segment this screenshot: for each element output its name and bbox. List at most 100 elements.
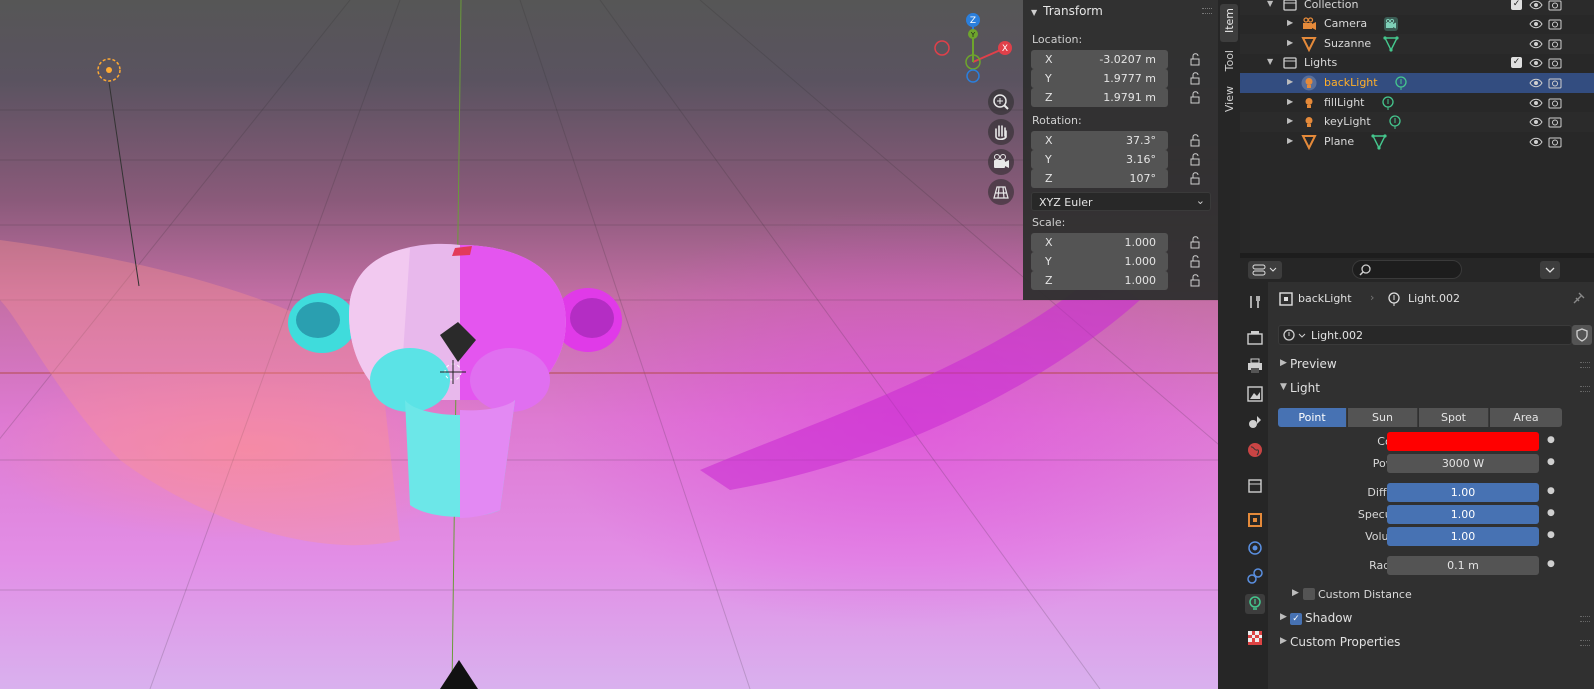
eye-icon[interactable] [1529, 0, 1543, 12]
render-camera-icon[interactable] [1548, 76, 1562, 90]
transform-header[interactable]: ▼ Transform [1023, 0, 1218, 22]
eye-icon[interactable] [1529, 135, 1543, 149]
camera-data-icon[interactable] [1383, 16, 1399, 32]
render-camera-icon[interactable] [1548, 135, 1562, 149]
eye-icon[interactable] [1529, 76, 1543, 90]
rotation-x-field[interactable]: X 37.3° [1031, 131, 1168, 150]
drag-grip-icon[interactable] [1580, 386, 1590, 392]
lock-icon[interactable] [1188, 90, 1202, 104]
light-datablock-icon[interactable] [1281, 326, 1309, 344]
drag-grip-icon[interactable] [1202, 8, 1212, 14]
keyframe-dot-icon[interactable]: ● [1547, 457, 1555, 467]
outliner-row-camera[interactable]: ▶ Camera [1240, 14, 1594, 34]
rotation-z-field[interactable]: Z 107° [1031, 169, 1168, 188]
keyframe-dot-icon[interactable]: ● [1547, 508, 1555, 518]
location-x-field[interactable]: X -3.0207 m [1031, 50, 1168, 69]
exclude-checkbox[interactable]: ✓ [1511, 0, 1522, 10]
expand-triangle-icon[interactable]: ▼ [1267, 57, 1273, 66]
preview-panel-header[interactable]: ▶ Preview [1268, 354, 1594, 376]
tab-tool[interactable]: Tool [1220, 46, 1238, 78]
properties-search-input[interactable] [1352, 260, 1462, 279]
diffuse-slider[interactable]: 1.00 [1387, 483, 1539, 502]
power-field[interactable]: 3000 W [1387, 454, 1539, 473]
expand-triangle-icon[interactable]: ▶ [1287, 38, 1293, 47]
lock-icon[interactable] [1188, 152, 1202, 166]
outliner-row-plane[interactable]: ▶ Plane [1240, 132, 1594, 152]
tab-object[interactable] [1245, 510, 1265, 530]
tab-view[interactable]: View [1220, 82, 1238, 120]
editor-type-button[interactable] [1248, 261, 1282, 279]
pin-icon[interactable] [1570, 291, 1586, 307]
fake-user-button[interactable] [1572, 325, 1592, 345]
lock-icon[interactable] [1188, 52, 1202, 66]
render-camera-icon[interactable] [1548, 37, 1562, 51]
expand-triangle-icon[interactable]: ▼ [1267, 0, 1273, 8]
tab-output[interactable] [1245, 356, 1265, 376]
render-camera-icon[interactable] [1548, 56, 1562, 70]
render-camera-icon[interactable] [1548, 0, 1562, 12]
scale-x-field[interactable]: X 1.000 [1031, 233, 1168, 252]
mesh-data-icon[interactable] [1383, 36, 1399, 52]
location-y-field[interactable]: Y 1.9777 m [1031, 69, 1168, 88]
tab-object-data-light[interactable] [1245, 594, 1265, 614]
lock-icon[interactable] [1188, 235, 1202, 249]
keyframe-dot-icon[interactable]: ● [1547, 530, 1555, 540]
outliner-row-backlight[interactable]: ▶ backLight [1240, 73, 1594, 93]
shadow-panel-header[interactable]: ▶ ✓ Shadow [1268, 608, 1594, 630]
tab-view-layer[interactable] [1245, 384, 1265, 404]
render-camera-icon[interactable] [1548, 96, 1562, 110]
render-camera-icon[interactable] [1548, 17, 1562, 31]
lock-icon[interactable] [1188, 71, 1202, 85]
navigation-gizmo[interactable]: Z Y X [930, 10, 1020, 90]
expand-triangle-icon[interactable]: ▶ [1287, 116, 1293, 125]
light-type-point-button[interactable]: Point [1278, 408, 1347, 427]
expand-triangle-icon[interactable]: ▶ [1287, 97, 1293, 106]
tab-world[interactable] [1245, 440, 1265, 460]
options-dropdown-button[interactable] [1540, 261, 1560, 279]
eye-icon[interactable] [1529, 17, 1543, 31]
light-type-spot-button[interactable]: Spot [1419, 408, 1489, 427]
outliner-row-filllight[interactable]: ▶ fillLight [1240, 93, 1594, 113]
lock-icon[interactable] [1188, 273, 1202, 287]
eye-icon[interactable] [1529, 115, 1543, 129]
rotation-mode-dropdown[interactable]: XYZ Euler ⌄ [1031, 192, 1211, 211]
scale-z-field[interactable]: Z 1.000 [1031, 271, 1168, 290]
light-datablock-selector[interactable]: Light.002 [1278, 325, 1572, 345]
expand-triangle-icon[interactable]: ▶ [1287, 18, 1293, 27]
outliner-row-keylight[interactable]: ▶ keyLight [1240, 112, 1594, 132]
tab-render[interactable] [1245, 328, 1265, 348]
light-data-icon[interactable] [1393, 75, 1409, 91]
eye-icon[interactable] [1529, 96, 1543, 110]
volume-slider[interactable]: 1.00 [1387, 527, 1539, 546]
color-swatch[interactable] [1387, 432, 1539, 451]
lock-icon[interactable] [1188, 171, 1202, 185]
zoom-button[interactable] [988, 89, 1014, 115]
shadow-checkbox[interactable]: ✓ [1290, 613, 1302, 625]
custom-properties-panel-header[interactable]: ▶ Custom Properties [1268, 632, 1594, 654]
tab-physics[interactable] [1245, 538, 1265, 558]
render-camera-icon[interactable] [1548, 115, 1562, 129]
light-type-sun-button[interactable]: Sun [1348, 408, 1418, 427]
drag-grip-icon[interactable] [1580, 640, 1590, 646]
camera-view-button[interactable] [988, 149, 1014, 175]
light-panel-header[interactable]: ▼ Light [1268, 378, 1594, 400]
outliner-row-collection[interactable]: ▼ Collection ✓ [1240, 0, 1594, 15]
lock-icon[interactable] [1188, 254, 1202, 268]
custom-distance-subpanel-header[interactable]: ▶ Custom Distance [1268, 584, 1594, 606]
mesh-data-icon[interactable] [1371, 134, 1387, 150]
keyframe-dot-icon[interactable]: ● [1547, 435, 1555, 445]
perspective-toggle-button[interactable] [988, 179, 1014, 205]
expand-triangle-icon[interactable]: ▶ [1287, 136, 1293, 145]
keyframe-dot-icon[interactable]: ● [1547, 486, 1555, 496]
light-data-icon[interactable] [1387, 114, 1403, 130]
tab-collection[interactable] [1245, 476, 1265, 496]
scale-y-field[interactable]: Y 1.000 [1031, 252, 1168, 271]
custom-distance-checkbox[interactable] [1303, 588, 1315, 600]
tab-item[interactable]: Item [1220, 4, 1238, 42]
expand-triangle-icon[interactable]: ▶ [1287, 77, 1293, 86]
rotation-y-field[interactable]: Y 3.16° [1031, 150, 1168, 169]
radius-field[interactable]: 0.1 m [1387, 556, 1539, 575]
location-z-field[interactable]: Z 1.9791 m [1031, 88, 1168, 107]
keyframe-dot-icon[interactable]: ● [1547, 559, 1555, 569]
eye-icon[interactable] [1529, 56, 1543, 70]
